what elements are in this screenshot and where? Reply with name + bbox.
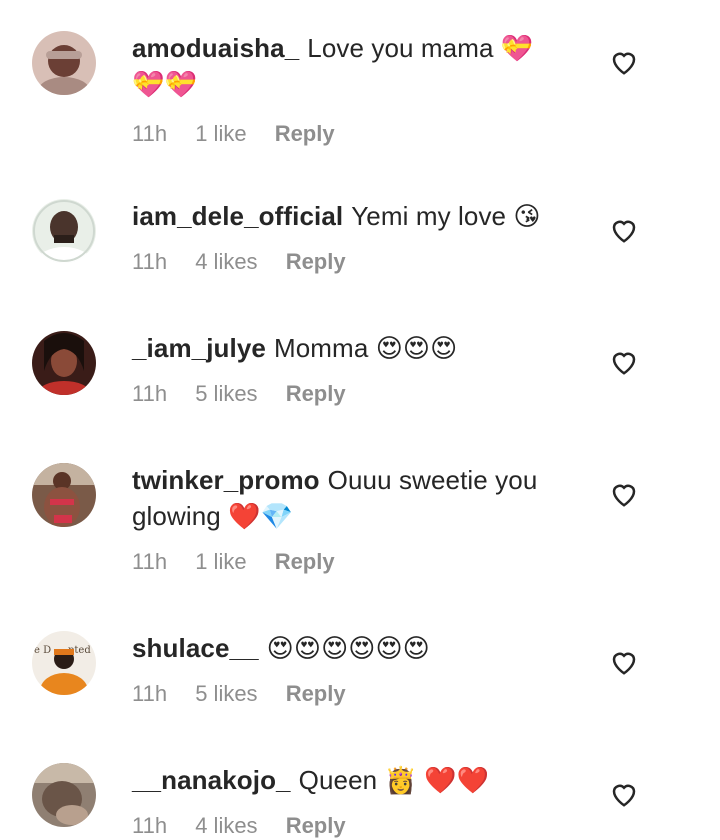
comment-meta: 11h 4 likes Reply: [132, 812, 572, 840]
comment-text: _iam_julye Momma 😍😍😍: [132, 330, 572, 366]
comment-message: 😍😍😍😍😍😍: [266, 633, 430, 663]
avatar[interactable]: [32, 763, 96, 827]
comment-message: Queen 👸 ❤️❤️: [298, 765, 490, 795]
likes-count[interactable]: 5 likes: [195, 681, 257, 706]
timestamp: 11h: [132, 121, 168, 146]
comment-text: twinker_promo Ouuu sweetie you glowing ❤️…: [132, 462, 572, 534]
likes-count[interactable]: 1 like: [195, 121, 246, 146]
comment-message: Momma 😍😍😍: [273, 333, 458, 363]
timestamp: 11h: [132, 549, 168, 574]
reply-button[interactable]: Reply: [286, 249, 346, 274]
comment-text: amoduaisha_ Love you mama 💝 💝💝: [132, 30, 572, 102]
comment-text: iam_dele_official Yemi my love 😘: [132, 198, 572, 234]
avatar[interactable]: [32, 463, 96, 527]
likes-count[interactable]: 1 like: [195, 549, 246, 574]
reply-button[interactable]: Reply: [286, 381, 346, 406]
likes-count[interactable]: 4 likes: [195, 249, 257, 274]
avatar[interactable]: e D pted: [32, 631, 96, 695]
heart-outline-icon[interactable]: [609, 480, 639, 508]
reply-button[interactable]: Reply: [275, 549, 335, 574]
username[interactable]: _iam_julye: [132, 333, 266, 363]
comment-meta: 11h 1 like Reply: [132, 548, 572, 576]
comment-meta: 11h 1 like Reply: [132, 120, 572, 148]
heart-outline-icon[interactable]: [609, 348, 639, 376]
reply-button[interactable]: Reply: [286, 813, 346, 838]
timestamp: 11h: [132, 249, 168, 274]
svg-text:e D: e D: [34, 645, 51, 656]
comment-message: Yemi my love 😘: [351, 201, 541, 231]
likes-count[interactable]: 5 likes: [195, 381, 257, 406]
timestamp: 11h: [132, 813, 168, 838]
avatar[interactable]: [32, 199, 96, 263]
username[interactable]: __nanakojo_: [132, 765, 291, 795]
comment-text: shulace__ 😍😍😍😍😍😍: [132, 630, 572, 666]
username[interactable]: amoduaisha_: [132, 33, 299, 63]
comment-meta: 11h 5 likes Reply: [132, 680, 572, 708]
username[interactable]: twinker_promo: [132, 465, 320, 495]
reply-button[interactable]: Reply: [286, 681, 346, 706]
timestamp: 11h: [132, 381, 168, 406]
heart-outline-icon[interactable]: [609, 648, 639, 676]
reply-button[interactable]: Reply: [275, 121, 335, 146]
likes-count[interactable]: 4 likes: [195, 813, 257, 838]
username[interactable]: iam_dele_official: [132, 201, 343, 231]
comment-list: amoduaisha_ Love you mama 💝 💝💝 11h 1 like…: [0, 0, 720, 840]
avatar[interactable]: [32, 331, 96, 395]
timestamp: 11h: [132, 681, 168, 706]
avatar[interactable]: [32, 31, 96, 95]
heart-outline-icon[interactable]: [609, 48, 639, 76]
heart-outline-icon[interactable]: [609, 216, 639, 244]
comment-meta: 11h 5 likes Reply: [132, 380, 572, 408]
username[interactable]: shulace__: [132, 633, 259, 663]
comment-meta: 11h 4 likes Reply: [132, 248, 572, 276]
heart-outline-icon[interactable]: [609, 780, 639, 808]
comment-text: __nanakojo_ Queen 👸 ❤️❤️: [132, 762, 572, 798]
